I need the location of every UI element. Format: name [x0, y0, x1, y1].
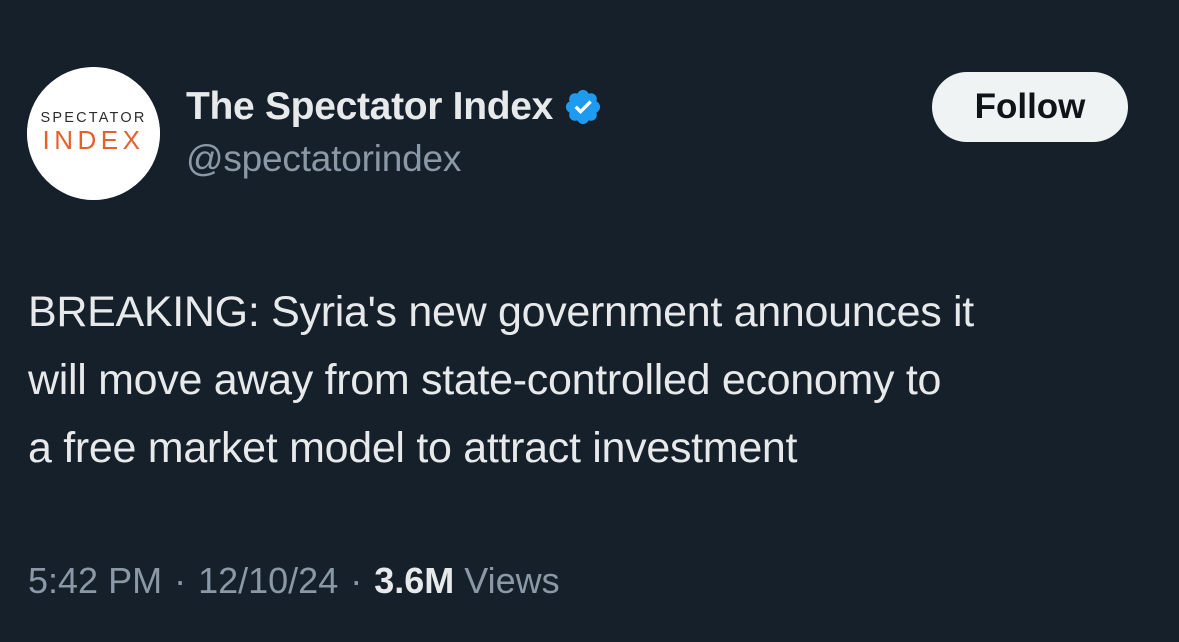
views-count[interactable]: 3.6M	[374, 560, 454, 602]
spectator-index-logo: SPECTATOR INDEX	[27, 67, 160, 200]
handle[interactable]: @spectatorindex	[186, 138, 603, 180]
name-row: The Spectator Index	[186, 82, 603, 132]
display-name[interactable]: The Spectator Index	[186, 85, 553, 129]
tweet-meta: 5:42 PM · 12/10/24 · 3.6M Views	[28, 560, 560, 602]
follow-button[interactable]: Follow	[932, 72, 1128, 142]
verified-badge-icon	[563, 87, 603, 127]
tweet-date[interactable]: 12/10/24	[198, 560, 338, 602]
logo-text-top: SPECTATOR	[40, 110, 146, 126]
author-block: The Spectator Index @spectatorindex	[186, 82, 603, 180]
avatar[interactable]: SPECTATOR INDEX	[27, 67, 160, 200]
tweet-time[interactable]: 5:42 PM	[28, 560, 162, 602]
logo-text-bottom: INDEX	[43, 125, 145, 155]
views-label: Views	[464, 560, 560, 601]
tweet-text: BREAKING: Syria's new government announc…	[28, 288, 974, 472]
meta-separator: ·	[174, 560, 187, 601]
meta-separator: ·	[350, 560, 363, 601]
